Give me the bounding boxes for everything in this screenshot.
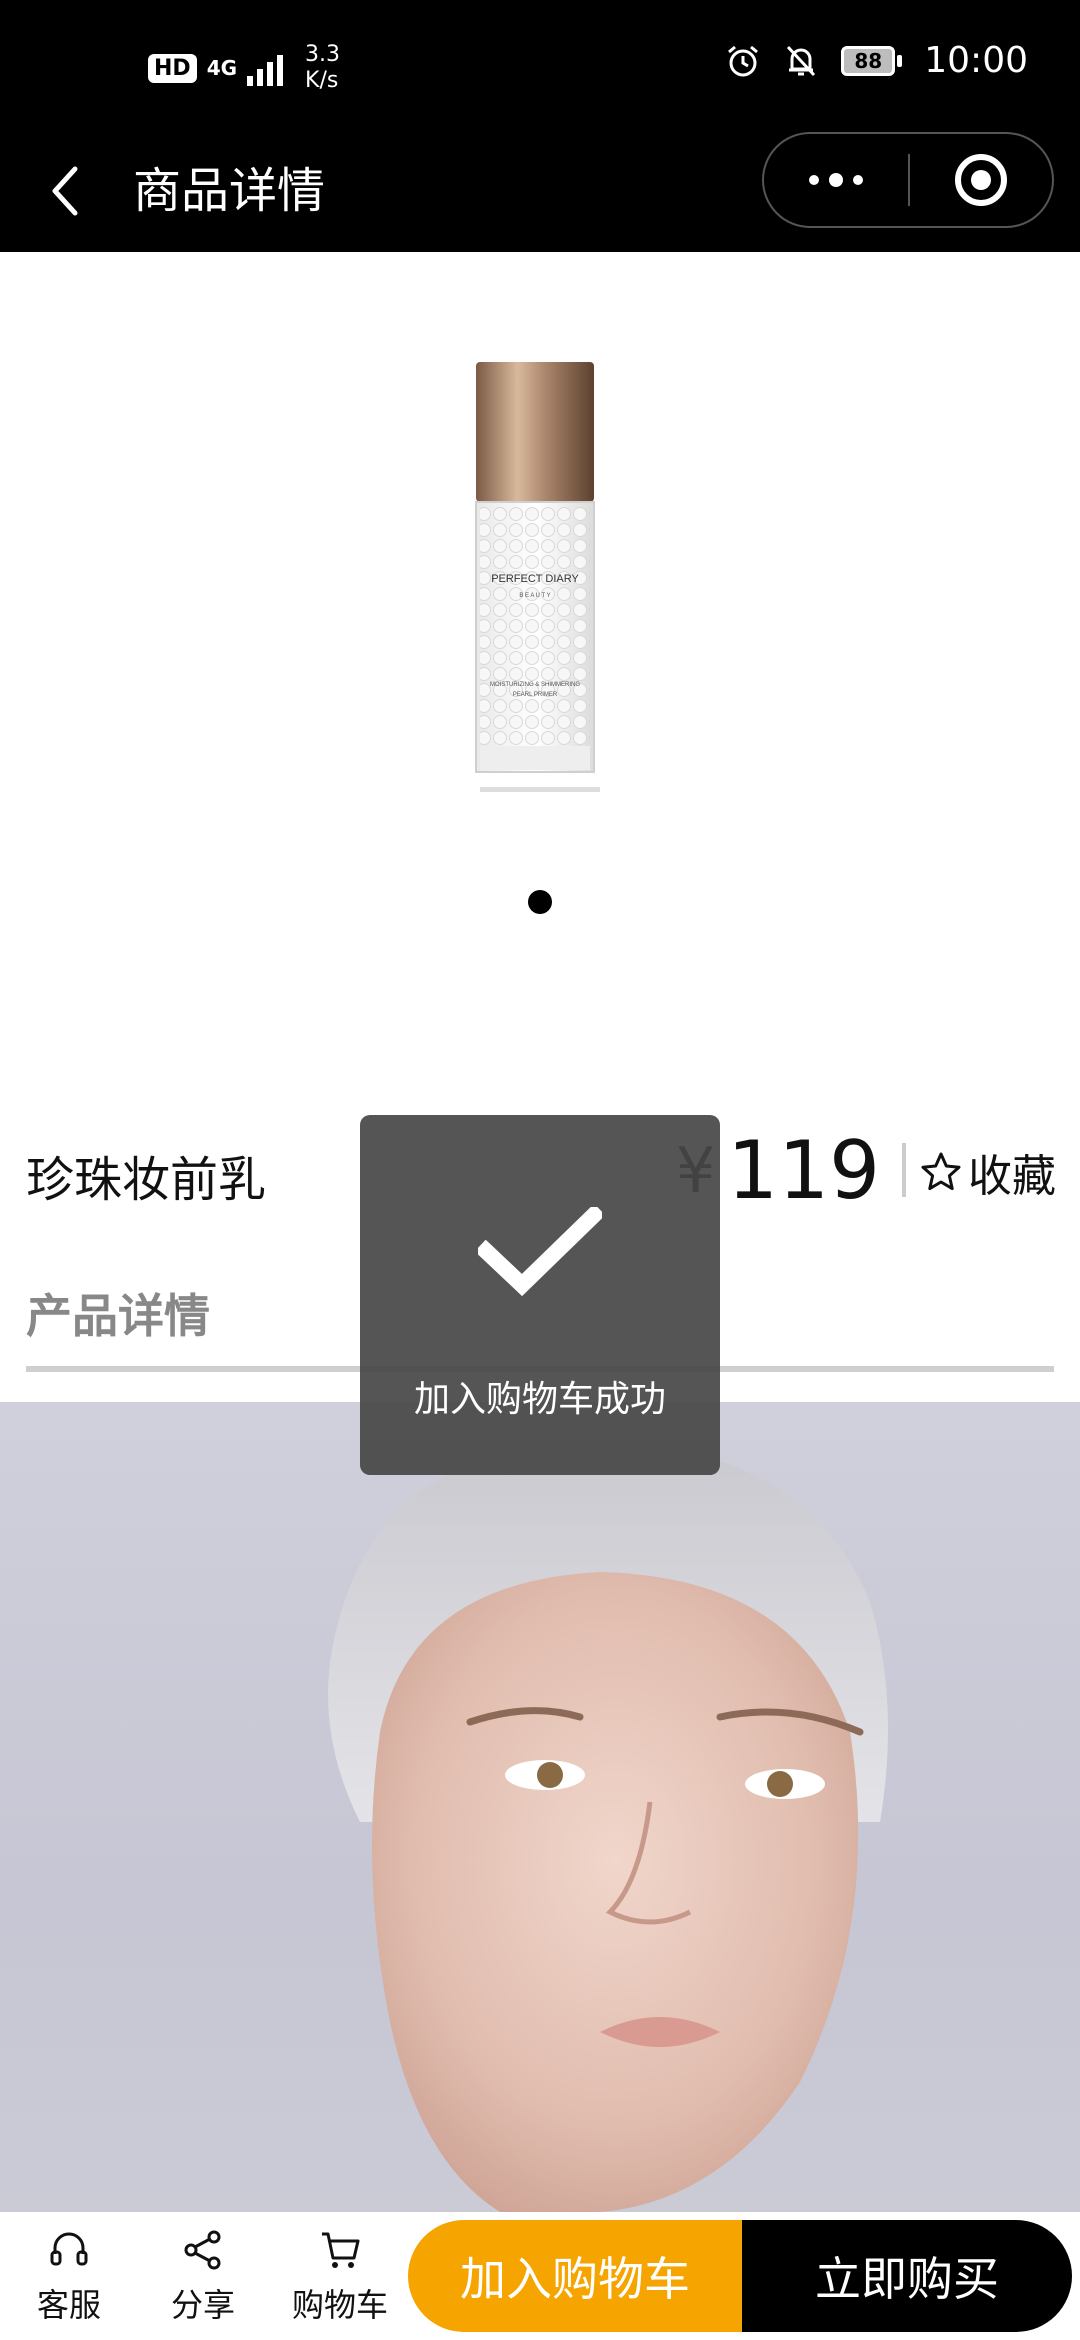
customer-service-label: 客服 (36, 2286, 101, 2324)
product-label-line2: PEARL PRIMER (513, 692, 558, 698)
product-image: PERFECT DIARY B E A U T Y MOISTURIZING &… (475, 362, 600, 792)
speed-unit: K/s (305, 68, 339, 93)
cart-icon (322, 2232, 360, 2268)
cart-label: 购物车 (291, 2286, 388, 2324)
product-gallery[interactable]: PERFECT DIARY B E A U T Y MOISTURIZING &… (0, 252, 1080, 1072)
mini-program-capsule (762, 132, 1054, 228)
network-type: 4G (206, 56, 238, 80)
favorite-label: 收藏 (968, 1151, 1056, 1202)
price-divider (902, 1143, 906, 1197)
share-label: 分享 (170, 2286, 235, 2324)
more-dots-icon (809, 173, 863, 187)
product-detail-image (0, 1402, 1080, 2212)
product-name: 珍珠妆前乳 (26, 1152, 267, 1208)
share-button[interactable]: 分享 (148, 2226, 258, 2336)
product-brand-sub-text: B E A U T Y (519, 593, 550, 599)
back-button[interactable] (30, 156, 100, 226)
clock: 10:00 (924, 40, 1028, 81)
close-mini-program-button[interactable] (910, 134, 1052, 226)
battery-level: 88 (841, 45, 896, 76)
battery-icon: 88 (841, 45, 903, 76)
product-label-line1: MOISTURIZING & SHIMMERING (490, 682, 580, 688)
bottom-action-bar: 客服 分享 购物车 加入购物车 立即购买 (0, 2212, 1080, 2340)
price-value: 119 (727, 1123, 880, 1217)
toast-message: 加入购物车成功 (413, 1379, 666, 1420)
cart-button[interactable]: 购物车 (285, 2226, 395, 2336)
speed-value: 3.3 (305, 42, 341, 67)
target-icon (955, 154, 1007, 206)
customer-service-button[interactable]: 客服 (14, 2226, 124, 2336)
status-left: HD 4G 3.3 K/s (148, 42, 340, 94)
share-icon (184, 2230, 221, 2270)
chevron-left-icon (52, 166, 78, 216)
section-title: 产品详情 (26, 1289, 210, 1343)
mute-bell-icon (787, 45, 816, 76)
signal-icon (247, 50, 284, 86)
status-right: 88 10:00 (725, 40, 1028, 81)
status-bar: HD 4G 3.3 K/s 88 10:00 (0, 0, 1080, 130)
more-button[interactable] (764, 134, 908, 226)
add-to-cart-button[interactable]: 加入购物车 (408, 2220, 742, 2332)
favorite-button[interactable]: 收藏 (920, 1140, 1056, 1204)
alarm-icon (728, 45, 759, 76)
buy-now-button[interactable]: 立即购买 (742, 2220, 1072, 2332)
product-brand-text: PERFECT DIARY (491, 573, 579, 585)
nav-bar: 商品详情 (0, 130, 1080, 252)
model-photo (328, 1441, 888, 2212)
checkmark-icon (478, 1207, 602, 1297)
page-title: 商品详情 (133, 163, 326, 219)
carousel-indicator-dot[interactable] (528, 890, 552, 914)
toast-success: 加入购物车成功 (360, 1115, 720, 1475)
hd-badge: HD (148, 53, 197, 83)
network-speed: 3.3 K/s (305, 42, 340, 94)
star-icon (921, 1152, 961, 1191)
headset-icon (50, 2232, 88, 2266)
